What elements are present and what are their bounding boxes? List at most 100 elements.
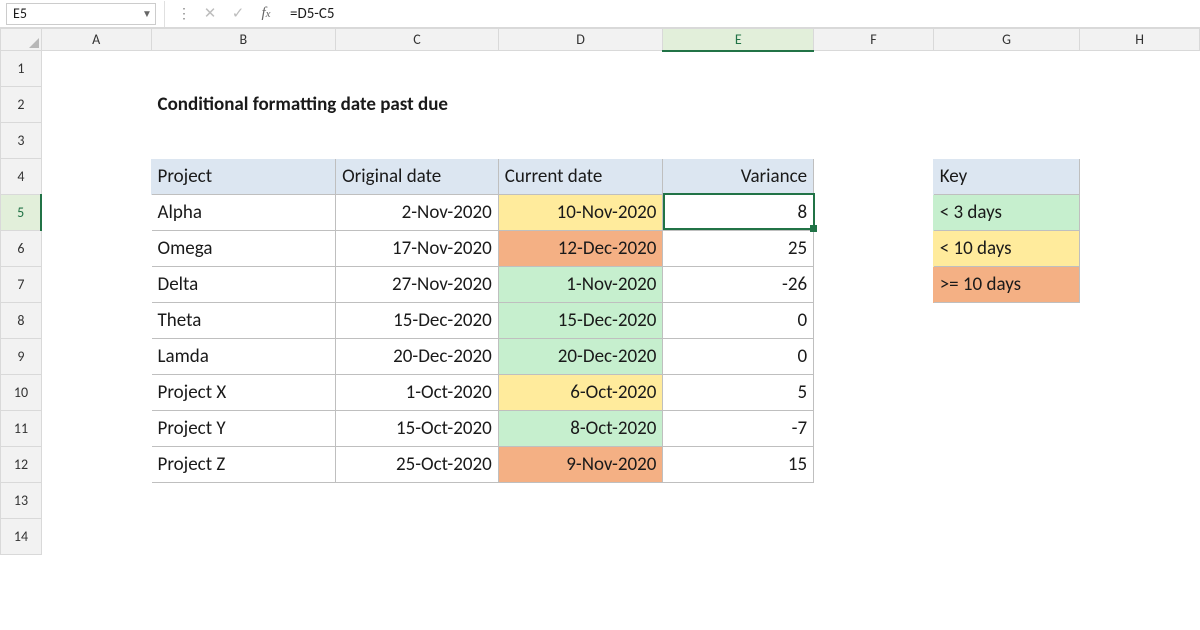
cell-D6[interactable]: 12-Dec-2020 — [498, 231, 663, 267]
cell-F9[interactable] — [814, 339, 934, 375]
cell-E11[interactable]: -7 — [663, 411, 814, 447]
cell-C5[interactable]: 2-Nov-2020 — [336, 195, 499, 231]
cell-B9[interactable]: Lamda — [151, 339, 336, 375]
cell-H1[interactable] — [1080, 51, 1200, 87]
cell-F4[interactable] — [814, 159, 934, 195]
cell-G8[interactable] — [933, 303, 1080, 339]
cell-G9[interactable] — [933, 339, 1080, 375]
cell-G6[interactable]: < 10 days — [933, 231, 1080, 267]
row-header-13[interactable]: 13 — [1, 483, 42, 519]
cell-G13[interactable] — [933, 483, 1080, 519]
cell-C1[interactable] — [336, 51, 499, 87]
cell-B1[interactable] — [151, 51, 336, 87]
cell-C8[interactable]: 15-Dec-2020 — [336, 303, 499, 339]
cell-E1[interactable] — [663, 51, 814, 87]
cell-F5[interactable] — [814, 195, 934, 231]
cell-F14[interactable] — [814, 519, 934, 555]
cancel-button[interactable]: ✕ — [196, 4, 224, 23]
cell-D7[interactable]: 1-Nov-2020 — [498, 267, 663, 303]
row-header-3[interactable]: 3 — [1, 123, 42, 159]
cell-F11[interactable] — [814, 411, 934, 447]
cell-D1[interactable] — [498, 51, 663, 87]
cell-E6[interactable]: 25 — [663, 231, 814, 267]
cell-G1[interactable] — [933, 51, 1080, 87]
cell-H8[interactable] — [1080, 303, 1200, 339]
cell-E4[interactable]: Variance — [663, 159, 814, 195]
column-header-H[interactable]: H — [1080, 29, 1200, 51]
cell-B5[interactable]: Alpha — [151, 195, 336, 231]
row-header-11[interactable]: 11 — [1, 411, 42, 447]
column-header-G[interactable]: G — [933, 29, 1080, 51]
row-header-12[interactable]: 12 — [1, 447, 42, 483]
worksheet-grid[interactable]: ABCDEFGH 12Conditional formatting date p… — [0, 28, 1200, 555]
cell-B12[interactable]: Project Z — [151, 447, 336, 483]
cell-H5[interactable] — [1080, 195, 1200, 231]
column-header-A[interactable]: A — [41, 29, 151, 51]
row-header-5[interactable]: 5 — [1, 195, 42, 231]
cell-E3[interactable] — [663, 123, 814, 159]
cell-C9[interactable]: 20-Dec-2020 — [336, 339, 499, 375]
row-header-10[interactable]: 10 — [1, 375, 42, 411]
cell-A10[interactable] — [41, 375, 151, 411]
cell-H4[interactable] — [1080, 159, 1200, 195]
cell-E5[interactable]: 8 — [663, 195, 814, 231]
cell-H13[interactable] — [1080, 483, 1200, 519]
column-header-D[interactable]: D — [498, 29, 663, 51]
row-header-6[interactable]: 6 — [1, 231, 42, 267]
row-header-7[interactable]: 7 — [1, 267, 42, 303]
cell-A1[interactable] — [41, 51, 151, 87]
row-header-9[interactable]: 9 — [1, 339, 42, 375]
cell-B7[interactable]: Delta — [151, 267, 336, 303]
cell-C4[interactable]: Original date — [336, 159, 499, 195]
enter-button[interactable]: ✓ — [224, 4, 252, 23]
cell-A14[interactable] — [41, 519, 151, 555]
select-all-corner[interactable] — [1, 29, 42, 51]
cell-F2[interactable] — [814, 87, 934, 123]
cell-B14[interactable] — [151, 519, 336, 555]
cell-E14[interactable] — [663, 519, 814, 555]
cell-A5[interactable] — [41, 195, 151, 231]
row-header-1[interactable]: 1 — [1, 51, 42, 87]
cell-A7[interactable] — [41, 267, 151, 303]
cell-H7[interactable] — [1080, 267, 1200, 303]
cell-H10[interactable] — [1080, 375, 1200, 411]
cell-A3[interactable] — [41, 123, 151, 159]
column-header-E[interactable]: E — [663, 29, 814, 51]
cell-B4[interactable]: Project — [151, 159, 336, 195]
cell-G2[interactable] — [933, 87, 1080, 123]
cell-H6[interactable] — [1080, 231, 1200, 267]
cell-D12[interactable]: 9-Nov-2020 — [498, 447, 663, 483]
row-header-14[interactable]: 14 — [1, 519, 42, 555]
cell-C12[interactable]: 25-Oct-2020 — [336, 447, 499, 483]
cell-B11[interactable]: Project Y — [151, 411, 336, 447]
formula-input[interactable]: =D5-C5 — [280, 5, 1200, 23]
cell-G5[interactable]: < 3 days — [933, 195, 1080, 231]
cell-F1[interactable] — [814, 51, 934, 87]
cell-G10[interactable] — [933, 375, 1080, 411]
cell-B8[interactable]: Theta — [151, 303, 336, 339]
cell-F6[interactable] — [814, 231, 934, 267]
cell-C11[interactable]: 15-Oct-2020 — [336, 411, 499, 447]
cell-B2[interactable]: Conditional formatting date past due — [151, 87, 814, 123]
row-header-2[interactable]: 2 — [1, 87, 42, 123]
cell-A6[interactable] — [41, 231, 151, 267]
cell-H12[interactable] — [1080, 447, 1200, 483]
cell-E13[interactable] — [663, 483, 814, 519]
cell-D11[interactable]: 8-Oct-2020 — [498, 411, 663, 447]
cell-G4[interactable]: Key — [933, 159, 1080, 195]
cell-F3[interactable] — [814, 123, 934, 159]
cell-A12[interactable] — [41, 447, 151, 483]
column-header-F[interactable]: F — [814, 29, 934, 51]
cell-G14[interactable] — [933, 519, 1080, 555]
cell-H9[interactable] — [1080, 339, 1200, 375]
cell-D14[interactable] — [498, 519, 663, 555]
cell-D13[interactable] — [498, 483, 663, 519]
cell-D5[interactable]: 10-Nov-2020 — [498, 195, 663, 231]
cell-F12[interactable] — [814, 447, 934, 483]
cell-H11[interactable] — [1080, 411, 1200, 447]
cell-G12[interactable] — [933, 447, 1080, 483]
cell-C7[interactable]: 27-Nov-2020 — [336, 267, 499, 303]
cell-F13[interactable] — [814, 483, 934, 519]
cell-F8[interactable] — [814, 303, 934, 339]
cell-E10[interactable]: 5 — [663, 375, 814, 411]
